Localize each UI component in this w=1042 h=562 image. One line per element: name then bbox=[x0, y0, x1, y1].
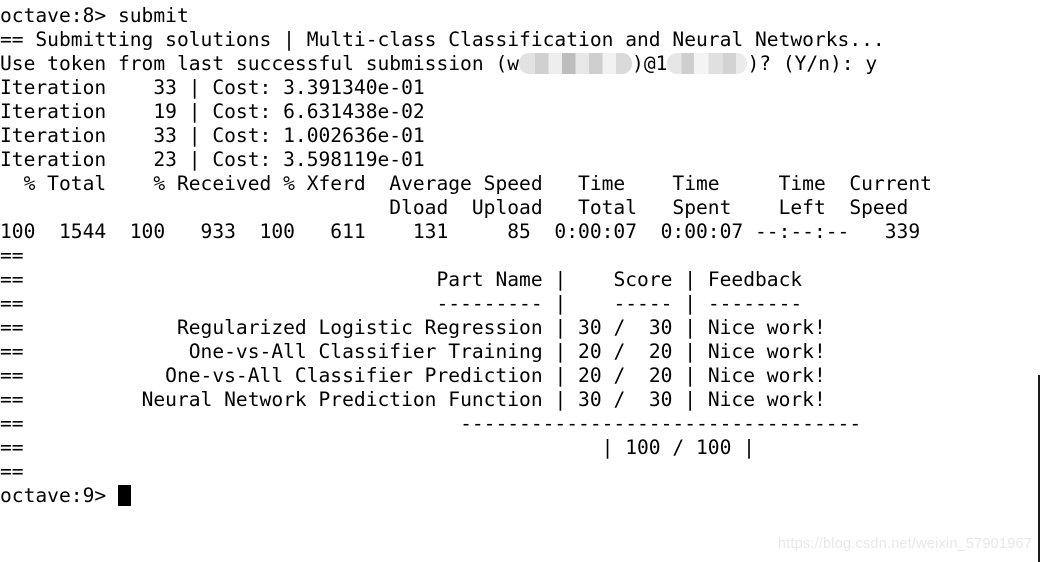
curl-header-text: % Total % Received % Xferd Average Speed… bbox=[0, 172, 932, 195]
iteration-cost-value: 3.391340e-01 bbox=[283, 76, 425, 99]
underline-score: ----- bbox=[613, 292, 673, 315]
text-cursor[interactable] bbox=[117, 485, 131, 506]
curl-subheader-text: Dload Upload Total Spent Left Speed bbox=[0, 196, 909, 219]
result-score-total: 20 bbox=[648, 340, 673, 363]
result-feedback: Nice work! bbox=[707, 364, 826, 387]
results-row: == Regularized Logistic Regression | 30 … bbox=[0, 316, 826, 339]
iteration-number: 33 bbox=[153, 76, 177, 99]
marker-text: == bbox=[0, 364, 24, 387]
token-prompt-prefix: Use token from last successful submissio… bbox=[0, 52, 520, 75]
underline-feedback: -------- bbox=[707, 292, 803, 315]
iteration-label: Iteration bbox=[0, 100, 107, 123]
redacted-email-domain bbox=[667, 53, 748, 74]
iteration-label: Iteration bbox=[0, 76, 107, 99]
watermark-url: https://blog.csdn.net/weixin_57901967 bbox=[777, 536, 1032, 552]
underline-part-name: --------- bbox=[436, 292, 543, 315]
results-row: == One-vs-All Classifier Training | 20 /… bbox=[0, 340, 826, 363]
iteration-cost-value: 3.598119e-01 bbox=[283, 148, 425, 171]
curl-header-row-2: Dload Upload Total Spent Left Speed bbox=[0, 196, 1042, 220]
result-part-name: One-vs-All Classifier Prediction bbox=[165, 364, 543, 387]
results-underline-row: == --------- | ----- | -------- bbox=[0, 292, 803, 315]
marker-text: == bbox=[0, 268, 24, 291]
terminal-window[interactable]: octave:8> submit == Submitting solutions… bbox=[0, 0, 1042, 562]
result-score-earned: 20 bbox=[578, 364, 602, 387]
iteration-cost-label: Cost: bbox=[212, 100, 272, 123]
iteration-line: Iteration 33 | Cost: 1.002636e-01 bbox=[0, 124, 1042, 148]
shell-prompt-8: octave:8> bbox=[0, 4, 118, 27]
iteration-number: 33 bbox=[153, 124, 177, 147]
submit-command: submit bbox=[117, 4, 189, 27]
result-score-slash: / bbox=[613, 316, 626, 339]
result-part-name: Regularized Logistic Regression bbox=[176, 316, 543, 339]
iteration-cost-label: Cost: bbox=[212, 76, 272, 99]
result-feedback: Nice work! bbox=[707, 316, 826, 339]
results-total-text: | 100 / 100 | bbox=[601, 436, 755, 459]
iteration-cost-label: Cost: bbox=[212, 148, 272, 171]
iteration-label: Iteration bbox=[0, 124, 107, 147]
results-row: == One-vs-All Classifier Prediction | 20… bbox=[0, 364, 826, 387]
result-score-slash: / bbox=[613, 364, 626, 387]
window-right-edge bbox=[1038, 375, 1040, 562]
result-part-name: Neural Network Prediction Function bbox=[141, 388, 543, 411]
marker-line: == bbox=[0, 244, 1042, 268]
shell-prompt-9: octave:9> bbox=[0, 484, 118, 507]
result-score-earned: 30 bbox=[578, 316, 602, 339]
terminal-line-prompt-9[interactable]: octave:9> bbox=[0, 484, 1042, 508]
marker-text: == bbox=[0, 316, 24, 339]
marker-text: == bbox=[0, 292, 24, 315]
result-feedback: Nice work! bbox=[707, 388, 826, 411]
results-header-row: == Part Name | Score | Feedback bbox=[0, 268, 803, 291]
terminal-line-command: octave:8> submit bbox=[0, 4, 1042, 28]
result-score-total: 20 bbox=[648, 364, 673, 387]
curl-header-row-1: % Total % Received % Xferd Average Speed… bbox=[0, 172, 1042, 196]
result-score-earned: 30 bbox=[578, 388, 602, 411]
iteration-cost-label: Cost: bbox=[212, 124, 272, 147]
results-row: == Neural Network Prediction Function | … bbox=[0, 388, 826, 411]
token-prompt-mid: )@1 bbox=[632, 52, 668, 75]
iteration-bar: | bbox=[188, 148, 201, 171]
result-score-earned: 20 bbox=[578, 340, 602, 363]
iteration-line: Iteration 33 | Cost: 3.391340e-01 bbox=[0, 76, 1042, 100]
results-total-row: == | 100 / 100 | bbox=[0, 436, 1042, 460]
result-score-slash: / bbox=[613, 388, 626, 411]
iteration-number: 23 bbox=[153, 148, 177, 171]
iteration-bar: | bbox=[188, 100, 201, 123]
curl-data-row: 100 1544 100 933 100 611 131 85 0:00:07 … bbox=[0, 220, 1042, 244]
iteration-bar: | bbox=[188, 124, 201, 147]
token-prompt-suffix: )? (Y/n): bbox=[747, 52, 866, 75]
result-feedback: Nice work! bbox=[707, 340, 826, 363]
iteration-number: 19 bbox=[153, 100, 177, 123]
iteration-bar: | bbox=[188, 76, 201, 99]
marker-text: == bbox=[0, 436, 24, 459]
result-score-total: 30 bbox=[648, 388, 673, 411]
results-separator: ---------------------------------- bbox=[460, 412, 862, 435]
column-header-part-name: Part Name bbox=[436, 268, 543, 291]
result-score-slash: / bbox=[613, 340, 626, 363]
column-header-feedback: Feedback bbox=[707, 268, 803, 291]
marker-text: == bbox=[0, 412, 24, 435]
iteration-line: Iteration 19 | Cost: 6.631438e-02 bbox=[0, 100, 1042, 124]
result-score-total: 30 bbox=[648, 316, 673, 339]
result-part-name: One-vs-All Classifier Training bbox=[188, 340, 543, 363]
terminal-line-token-prompt: Use token from last successful submissio… bbox=[0, 52, 1042, 76]
marker-text: == bbox=[0, 244, 24, 267]
curl-data-text: 100 1544 100 933 100 611 131 85 0:00:07 … bbox=[0, 220, 921, 243]
column-header-score: Score bbox=[613, 268, 673, 291]
iteration-label: Iteration bbox=[0, 148, 107, 171]
redacted-email-user bbox=[519, 53, 633, 74]
iteration-line: Iteration 23 | Cost: 3.598119e-01 bbox=[0, 148, 1042, 172]
submit-header-text: == Submitting solutions | Multi-class Cl… bbox=[0, 28, 885, 51]
terminal-line-submit-header: == Submitting solutions | Multi-class Cl… bbox=[0, 28, 1042, 52]
results-separator-row: == ---------------------------------- bbox=[0, 412, 1042, 436]
token-prompt-answer: y bbox=[865, 52, 878, 75]
marker-line: == bbox=[0, 460, 1042, 484]
marker-text: == bbox=[0, 388, 24, 411]
marker-text: == bbox=[0, 340, 24, 363]
iteration-cost-value: 6.631438e-02 bbox=[283, 100, 425, 123]
marker-text: == bbox=[0, 460, 24, 483]
iteration-cost-value: 1.002636e-01 bbox=[283, 124, 425, 147]
